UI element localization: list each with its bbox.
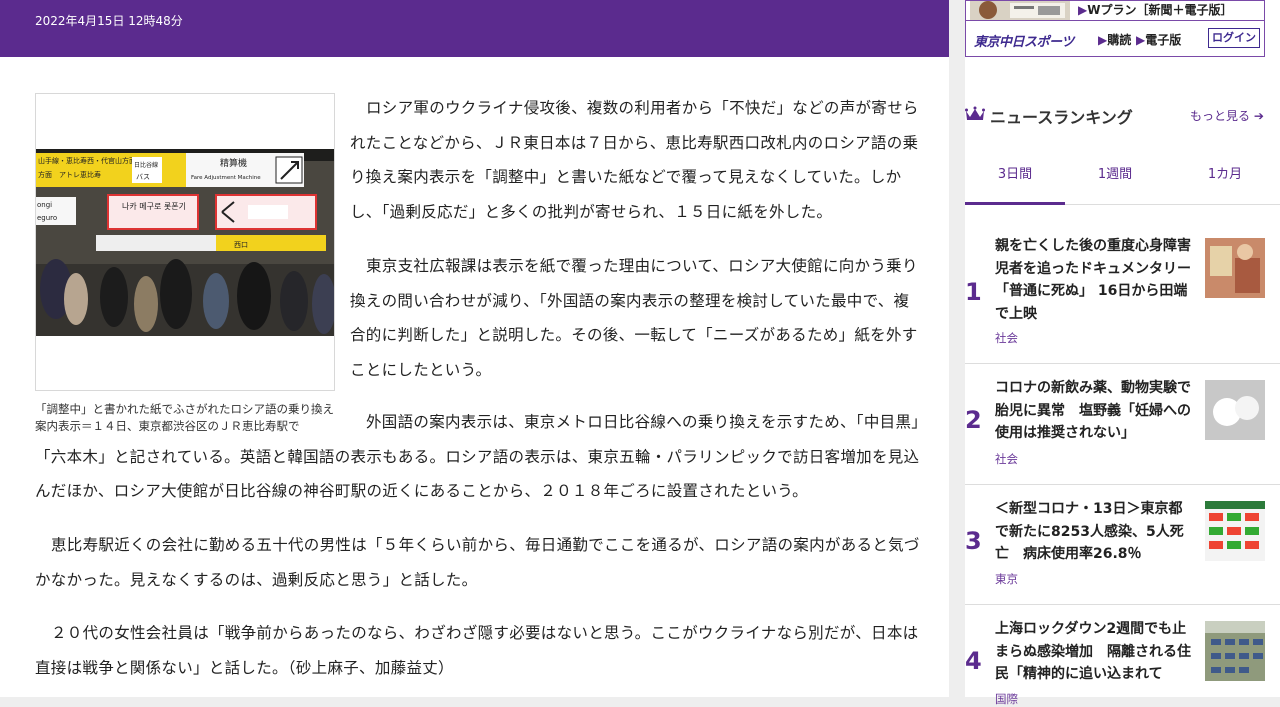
ad-newspaper-illustration [970, 1, 1070, 20]
ranking-item-category[interactable]: 社会 [995, 330, 1018, 346]
arrow-right-icon: ➔ [1253, 109, 1264, 123]
thumbnail-illustration [1205, 621, 1265, 681]
ranking-item-title[interactable]: コロナの新飲み薬、動物実験で胎児に異常 塩野義「妊婦への使用は推奨されない」 [995, 377, 1195, 445]
ranking-item[interactable]: 1 親を亡くした後の重度心身障害児者を追ったドキュメンタリー「普通に死ぬ」 16… [965, 222, 1280, 364]
crown-icon [965, 106, 985, 120]
sign-ongi: ongi [37, 201, 52, 209]
article-paragraph-3-text: 外国語の案内表示は、東京メトロ日比谷線への乗り換えを示すため、「中目黒」「六本木… [35, 413, 920, 500]
thumbnail-illustration [1205, 238, 1265, 298]
rank-number: 2 [965, 406, 982, 434]
sign-fare-en: Fare Adjustment Machine [191, 175, 261, 181]
sign-atre: 方面 アトレ恵比寿 [38, 170, 101, 179]
more-link-label: もっと見る [1190, 109, 1251, 123]
ranking-tabs: 3日間 1週間 1カ月 [965, 147, 1280, 205]
article-paragraph-3: 外国語の案内表示は、東京メトロ日比谷線への乗り換えを示すため、「中目黒」「六本木… [35, 405, 920, 509]
article-paragraph-2-text: 東京支社広報課は表示を紙で覆った理由について、ロシア大使館に向かう乗り換えの問い… [350, 257, 918, 379]
ranking-item-thumbnail[interactable] [1205, 380, 1265, 440]
article-paragraph-5: ２０代の女性会社員は「戦争前からあったのなら、わざわざ隠す必要はないと思う。ここ… [35, 616, 920, 685]
ranking-item-category[interactable]: 社会 [995, 451, 1018, 467]
ranking-item-title[interactable]: 親を亡くした後の重度心身障害児者を追ったドキュメンタリー「普通に死ぬ」 16日か… [995, 235, 1195, 325]
ad-digital-link[interactable]: ▶電子版 [1136, 31, 1181, 48]
article-paragraph-5-text: ２０代の女性会社員は「戦争前からあったのなら、わざわざ隠す必要はないと思う。ここ… [35, 624, 919, 677]
subscription-ad[interactable]: ▶Wプラン［新聞＋電子版］ 東京中日スポーツ ▶購読 ▶電子版 ログイン [965, 0, 1265, 57]
more-link[interactable]: もっと見る ➔ [1190, 107, 1264, 124]
ranking-item-title[interactable]: ＜新型コロナ・13日＞東京都で新たに8253人感染、5人死亡 病床使用率26.8… [995, 498, 1195, 566]
rank-number: 1 [965, 278, 982, 306]
article-paragraph-4-text: 恵比寿駅近くの会社に勤める五十代の男性は「５年くらい前から、毎日通勤でここを通る… [35, 536, 920, 589]
ad-digital-label: 電子版 [1145, 33, 1182, 47]
sign-west: 西口 [234, 241, 248, 249]
ranking-item-category[interactable]: 国際 [995, 691, 1018, 707]
article-column: 2022年4月15日 12時48分 山手線・恵比寿西・代官山方面 方面 アトレ恵… [0, 0, 949, 697]
tab-1week[interactable]: 1週間 [1065, 147, 1165, 205]
station-photo-illustration: 山手線・恵比寿西・代官山方面 方面 アトレ恵比寿 日比谷線 バス 精算機 Far… [36, 149, 334, 336]
tokyo-chunichi-sports-logo[interactable]: 東京中日スポーツ [974, 31, 1074, 50]
article-header-band: 2022年4月15日 12時48分 [0, 0, 949, 57]
sign-ebisu-line: 山手線・恵比寿西・代官山方面 [38, 156, 136, 165]
ranking-title: ニュースランキング [990, 108, 1133, 127]
rank-number: 4 [965, 647, 982, 675]
ranking-item-category[interactable]: 東京 [995, 571, 1018, 587]
ranking-item[interactable]: 4 上海ロックダウン2週間でも止まらぬ感染増加 隔離される住民「精神的に追い込ま… [965, 605, 1280, 706]
login-button[interactable]: ログイン [1208, 28, 1260, 48]
thumbnail-illustration [1205, 380, 1265, 440]
sign-eguro: eguro [37, 214, 57, 222]
article-paragraph-1-text: ロシア軍のウクライナ侵攻後、複数の利用者から「不快だ」などの声が寄せられたことな… [350, 99, 919, 221]
article-photo-frame[interactable]: 山手線・恵比寿西・代官山方面 方面 アトレ恵比寿 日比谷線 バス 精算機 Far… [35, 93, 335, 391]
ranking-item-thumbnail[interactable] [1205, 238, 1265, 298]
sign-bus: バス [136, 173, 150, 181]
article-date: 2022年4月15日 12時48分 [35, 14, 183, 28]
ranking-item[interactable]: 2 コロナの新飲み薬、動物実験で胎児に異常 塩野義「妊婦への使用は推奨されない」… [965, 364, 1280, 485]
sign-hibiya: 日比谷線 [134, 161, 158, 169]
thumbnail-illustration [1205, 501, 1265, 561]
ranking-item[interactable]: 3 ＜新型コロナ・13日＞東京都で新たに8253人感染、5人死亡 病床使用率26… [965, 485, 1280, 605]
article-paragraph-2: 東京支社広報課は表示を紙で覆った理由について、ロシア大使館に向かう乗り換えの問い… [350, 249, 920, 387]
rank-number: 3 [965, 527, 982, 555]
sidebar: ▶Wプラン［新聞＋電子版］ 東京中日スポーツ ▶購読 ▶電子版 ログイン ニュー… [965, 0, 1280, 706]
ranking-item-title[interactable]: 上海ロックダウン2週間でも止まらぬ感染増加 隔離される住民「精神的に追い込まれて [995, 618, 1195, 686]
ad-top-row: ▶Wプラン［新聞＋電子版］ [966, 1, 1264, 21]
sign-korean: 나카 메구로 롯폰기 [122, 202, 186, 211]
ad-subscribe-label: 購読 [1107, 33, 1132, 47]
sign-fare: 精算機 [220, 157, 247, 169]
ad-plan-label: Wプラン［新聞＋電子版］ [1087, 3, 1233, 17]
article-photo[interactable]: 山手線・恵比寿西・代官山方面 方面 アトレ恵比寿 日比谷線 バス 精算機 Far… [36, 149, 334, 336]
tab-3days[interactable]: 3日間 [965, 147, 1065, 205]
ad-plan-link[interactable]: ▶Wプラン［新聞＋電子版］ [1078, 1, 1232, 18]
tab-1month[interactable]: 1カ月 [1175, 147, 1275, 205]
article-paragraph-1: ロシア軍のウクライナ侵攻後、複数の利用者から「不快だ」などの声が寄せられたことな… [350, 91, 920, 229]
ranking-header: ニュースランキング もっと見る ➔ [965, 100, 1280, 130]
ranking-item-thumbnail[interactable] [1205, 501, 1265, 561]
ad-newspaper-image [970, 1, 1070, 20]
ad-subscribe-link[interactable]: ▶購読 [1098, 31, 1131, 48]
article-paragraph-4: 恵比寿駅近くの会社に勤める五十代の男性は「５年くらい前から、毎日通勤でここを通る… [35, 528, 920, 597]
ranking-item-thumbnail[interactable] [1205, 621, 1265, 681]
